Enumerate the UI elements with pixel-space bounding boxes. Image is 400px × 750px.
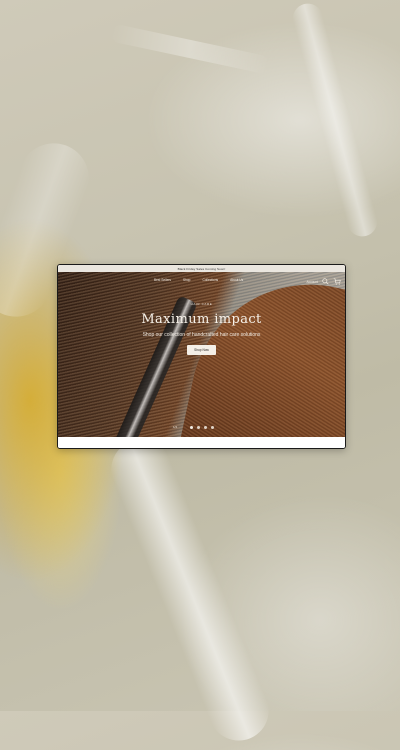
announcement-bar: Black Friday Sales Coming Soon! — [58, 265, 345, 272]
nav-links: Best Sellers Shop Collections About Us — [154, 278, 243, 282]
hero-eyebrow: HAIR CARE — [190, 302, 213, 306]
hero-content: HAIR CARE Maximum impact Shop our collec… — [58, 302, 345, 356]
nav-link-shop[interactable]: Shop — [183, 278, 190, 282]
carousel-dots — [190, 426, 214, 429]
cart-icon[interactable] — [333, 278, 341, 285]
carousel-dot[interactable] — [197, 426, 200, 429]
nav-link-collections[interactable]: Collections — [202, 278, 218, 282]
website-mockup-window: Black Friday Sales Coming Soon! Best Sel… — [57, 264, 346, 449]
light-streak — [102, 430, 278, 750]
light-streak — [109, 23, 271, 75]
carousel-dot[interactable] — [211, 426, 214, 429]
nav-link-about-us[interactable]: About Us — [230, 278, 243, 282]
carousel-dot[interactable] — [204, 426, 207, 429]
announcement-text: Black Friday Sales Coming Soon! — [177, 266, 226, 271]
shop-now-button[interactable]: Shop Now — [187, 345, 216, 355]
carousel-dot[interactable] — [190, 426, 193, 429]
top-navigation: Best Sellers Shop Collections About Us A… — [58, 278, 345, 288]
hero-subheadline: Shop our collection of handcrafted hair … — [142, 332, 261, 338]
slide-counter: 1/4 — [173, 425, 178, 429]
nav-utilities: Account — [306, 278, 341, 285]
account-link[interactable]: Account — [306, 280, 318, 284]
page-below-hero — [58, 437, 345, 448]
nav-link-best-sellers[interactable]: Best Sellers — [154, 278, 171, 282]
light-streak — [289, 0, 381, 240]
hero-banner: Best Sellers Shop Collections About Us A… — [58, 272, 345, 437]
hero-headline: Maximum impact — [141, 312, 262, 327]
search-icon[interactable] — [322, 278, 329, 285]
